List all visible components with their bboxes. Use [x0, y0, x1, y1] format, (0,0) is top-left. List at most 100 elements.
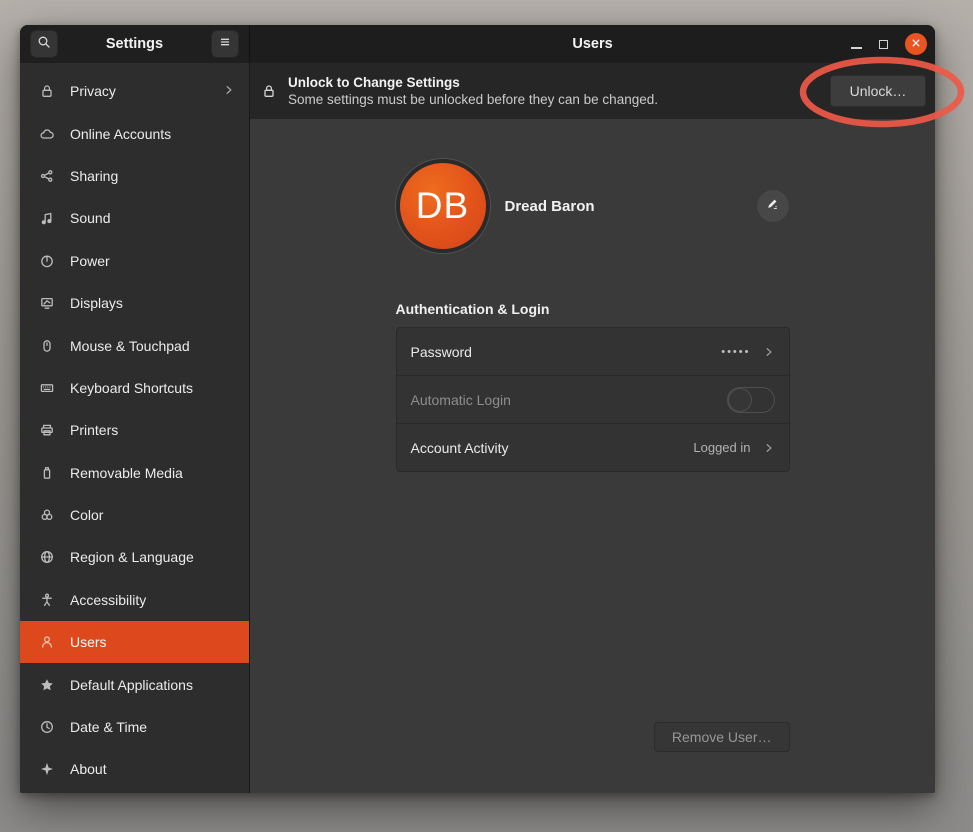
settings-window: Settings Users Privacy Online Accounts Sha…	[20, 25, 935, 793]
titlebar: Settings Users	[20, 25, 935, 63]
user-header: DB Dread Baron	[396, 159, 790, 253]
sidebar-item-removable-media[interactable]: Removable Media	[20, 452, 249, 494]
sidebar-item-label: Power	[70, 253, 110, 269]
sidebar-item-printers[interactable]: Printers	[20, 409, 249, 451]
unlock-banner: Unlock to Change Settings Some settings …	[250, 63, 935, 119]
unlock-button[interactable]: Unlock…	[830, 75, 926, 107]
cloud-icon	[39, 126, 55, 142]
toggle-knob	[728, 388, 752, 412]
globe-icon	[39, 549, 55, 565]
sidebar-item-keyboard-shortcuts[interactable]: Keyboard Shortcuts	[20, 367, 249, 409]
search-button[interactable]	[30, 30, 58, 58]
sidebar-item-label: Keyboard Shortcuts	[70, 380, 193, 396]
sidebar-item-mouse-touchpad[interactable]: Mouse & Touchpad	[20, 324, 249, 366]
automatic-login-toggle[interactable]	[727, 387, 775, 413]
sidebar-item-label: Removable Media	[70, 465, 183, 481]
banner-title: Unlock to Change Settings	[288, 74, 819, 91]
sidebar-item-default-applications[interactable]: Default Applications	[20, 663, 249, 705]
minimize-button[interactable]	[851, 39, 862, 49]
sidebar-item-power[interactable]: Power	[20, 240, 249, 282]
row-label: Automatic Login	[411, 392, 511, 408]
sidebar-item-label: Online Accounts	[70, 126, 171, 142]
displays-icon	[39, 295, 55, 311]
sidebar-item-label: Date & Time	[70, 719, 147, 735]
power-icon	[39, 253, 55, 269]
search-icon	[36, 34, 52, 55]
sidebar-item-label: Color	[70, 507, 103, 523]
share-icon	[39, 168, 55, 184]
mouse-icon	[39, 338, 55, 354]
color-icon	[39, 507, 55, 523]
menu-button[interactable]	[211, 30, 239, 58]
sidebar-item-privacy[interactable]: Privacy	[20, 70, 249, 112]
printer-icon	[39, 422, 55, 438]
row-account-activity[interactable]: Account Activity Logged in	[397, 424, 789, 471]
sidebar-item-about[interactable]: About	[20, 748, 249, 790]
sidebar-item-sound[interactable]: Sound	[20, 197, 249, 239]
maximize-button[interactable]	[879, 40, 888, 49]
sidebar-item-label: Region & Language	[70, 549, 194, 565]
row-value: •••••	[721, 346, 750, 358]
sidebar-item-users[interactable]: Users	[20, 621, 249, 663]
sidebar-item-online-accounts[interactable]: Online Accounts	[20, 112, 249, 154]
sound-icon	[39, 210, 55, 226]
auth-login-list: Password ••••• Automatic Login Account Acti…	[396, 327, 790, 472]
sidebar-item-region-language[interactable]: Region & Language	[20, 536, 249, 578]
spacer	[396, 472, 790, 722]
chevron-right-icon	[223, 83, 235, 99]
maximize-icon	[879, 40, 888, 49]
page-title: Users	[572, 36, 612, 52]
window-controls	[851, 25, 927, 63]
sidebar-item-label: Mouse & Touchpad	[70, 338, 190, 354]
app-title: Settings	[106, 36, 163, 52]
sidebar-item-label: About	[70, 761, 107, 777]
chevron-right-icon	[763, 346, 775, 358]
accessibility-icon	[39, 592, 55, 608]
removable-icon	[39, 465, 55, 481]
row-label: Password	[411, 344, 472, 360]
sidebar-item-color[interactable]: Color	[20, 494, 249, 536]
row-password[interactable]: Password •••••	[397, 328, 789, 376]
star-icon	[39, 677, 55, 693]
edit-name-button[interactable]	[756, 189, 790, 223]
lock-icon	[39, 83, 55, 99]
row-right: •••••	[721, 346, 774, 358]
content-area: DB Dread Baron Authentication & Login Pa…	[250, 119, 935, 793]
remove-user-button[interactable]: Remove User…	[654, 722, 790, 752]
titlebar-right: Users	[250, 25, 935, 63]
main-panel: Unlock to Change Settings Some settings …	[250, 63, 935, 793]
banner-text: Unlock to Change Settings Some settings …	[288, 74, 819, 108]
close-icon	[911, 35, 921, 53]
avatar: DB	[396, 159, 490, 253]
minimize-icon	[851, 47, 862, 49]
sidebar-item-label: Default Applications	[70, 677, 193, 693]
sidebar-item-label: Users	[70, 634, 107, 650]
sidebar-item-label: Displays	[70, 295, 123, 311]
sidebar-item-label: Printers	[70, 422, 118, 438]
users-icon	[39, 634, 55, 650]
lock-icon	[261, 83, 277, 99]
sidebar-item-label: Privacy	[70, 83, 116, 99]
sidebar-item-sharing[interactable]: Sharing	[20, 155, 249, 197]
sidebar-item-label: Accessibility	[70, 592, 146, 608]
titlebar-left: Settings	[20, 25, 250, 63]
user-name: Dread Baron	[505, 198, 595, 215]
sidebar-item-accessibility[interactable]: Accessibility	[20, 579, 249, 621]
sidebar-item-date-time[interactable]: Date & Time	[20, 706, 249, 748]
sidebar: Privacy Online Accounts Sharing Sound Power D…	[20, 63, 250, 793]
row-automatic-login: Automatic Login	[397, 376, 789, 424]
sidebar-item-displays[interactable]: Displays	[20, 282, 249, 324]
row-value: Logged in	[693, 440, 750, 455]
clock-icon	[39, 719, 55, 735]
keyboard-icon	[39, 380, 55, 396]
chevron-right-icon	[763, 442, 775, 454]
sparkle-icon	[39, 761, 55, 777]
banner-subtitle: Some settings must be unlocked before th…	[288, 91, 819, 108]
hamburger-menu-icon	[217, 34, 233, 55]
sidebar-item-label: Sharing	[70, 168, 118, 184]
row-label: Account Activity	[411, 440, 509, 456]
sidebar-item-label: Sound	[70, 210, 110, 226]
pencil-icon	[765, 196, 780, 216]
row-right	[727, 387, 775, 413]
close-button[interactable]	[905, 33, 927, 55]
